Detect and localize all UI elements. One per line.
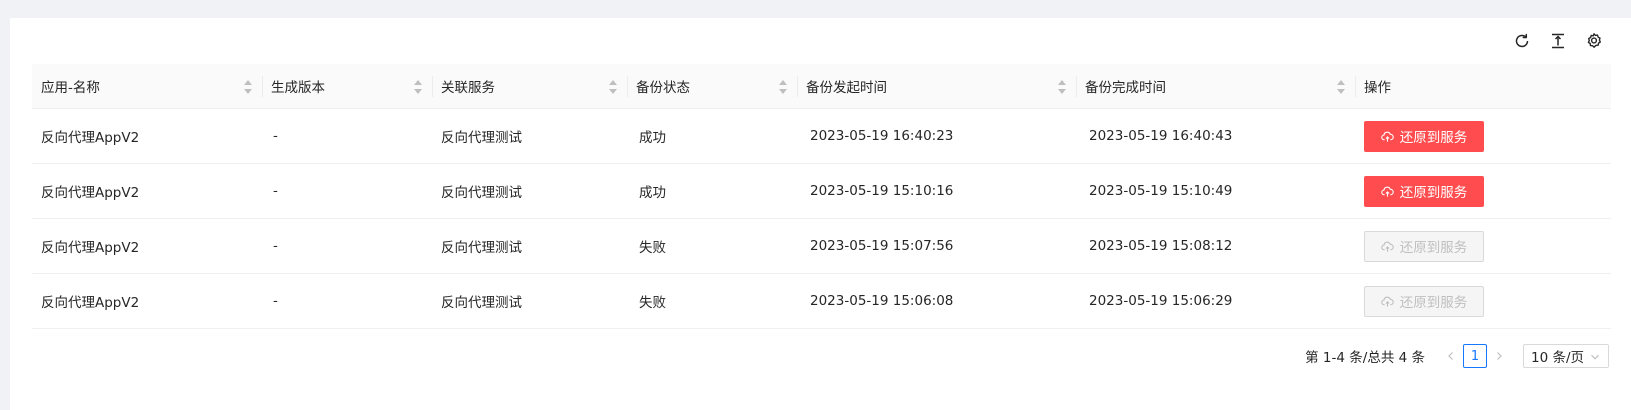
- cell-service: 反向代理测试: [441, 240, 522, 256]
- setting-icon[interactable]: [1585, 32, 1603, 50]
- cell-version: -: [273, 183, 278, 199]
- cell-end-time: 2023-05-19 15:10:49: [1089, 183, 1233, 199]
- cell-service: 反向代理测试: [441, 185, 522, 201]
- column-height-icon[interactable]: [1549, 32, 1567, 50]
- sort-icon[interactable]: [1337, 79, 1345, 94]
- cloud-upload-icon: [1380, 186, 1394, 197]
- prev-page-button[interactable]: [1439, 344, 1463, 368]
- cell-actions: 还原到服务: [1355, 175, 1611, 207]
- column-header-service[interactable]: 关联服务: [432, 64, 627, 109]
- chevron-left-icon: [1448, 352, 1453, 360]
- chevron-down-icon: [1591, 354, 1599, 360]
- cell-start-time: 2023-05-19 15:07:56: [810, 238, 954, 254]
- cell-actions: 还原到服务: [1355, 285, 1611, 317]
- page-size-select[interactable]: 10 条/页: [1523, 344, 1609, 368]
- cell-version: -: [273, 293, 278, 309]
- cell-status: 失败: [639, 240, 666, 256]
- table-row: 反向代理AppV2 - 反向代理测试 失败 2023-05-19 15:07:5…: [32, 219, 1611, 274]
- table-row: 反向代理AppV2 - 反向代理测试 成功 2023-05-19 16:40:2…: [32, 109, 1611, 164]
- pagination: 第 1-4 条/总共 4 条 1 10 条/页: [1305, 344, 1609, 368]
- sort-icon[interactable]: [1058, 79, 1066, 94]
- cell-app-name: 反向代理AppV2: [41, 130, 140, 146]
- cloud-upload-icon: [1380, 131, 1394, 142]
- table-row: 反向代理AppV2 - 反向代理测试 失败 2023-05-19 15:06:0…: [32, 274, 1611, 329]
- column-header-version[interactable]: 生成版本: [262, 64, 432, 109]
- sort-icon[interactable]: [779, 79, 787, 94]
- table-row: 反向代理AppV2 - 反向代理测试 成功 2023-05-19 15:10:1…: [32, 164, 1611, 219]
- restore-to-service-button[interactable]: 还原到服务: [1364, 120, 1484, 152]
- cell-actions: 还原到服务: [1355, 230, 1611, 262]
- cloud-upload-icon: [1380, 296, 1394, 307]
- column-header-end-time[interactable]: 备份完成时间: [1076, 64, 1355, 109]
- backup-list-card: 应用-名称 生成版本 关联服务 备份状态 备份发起时间 备份完成时间 操作 反向…: [10, 18, 1631, 410]
- column-header-app-name[interactable]: 应用-名称: [32, 64, 262, 109]
- next-page-button[interactable]: [1487, 344, 1511, 368]
- cell-version: -: [273, 238, 278, 254]
- cell-status: 成功: [639, 185, 666, 201]
- backup-table: 应用-名称 生成版本 关联服务 备份状态 备份发起时间 备份完成时间 操作 反向…: [32, 64, 1611, 329]
- restore-to-service-button: 还原到服务: [1364, 285, 1484, 317]
- sort-icon[interactable]: [244, 79, 252, 94]
- cloud-upload-icon: [1380, 241, 1394, 252]
- cell-app-name: 反向代理AppV2: [41, 185, 140, 201]
- column-header-status[interactable]: 备份状态: [627, 64, 797, 109]
- cell-end-time: 2023-05-19 16:40:43: [1089, 128, 1233, 144]
- restore-to-service-button: 还原到服务: [1364, 230, 1484, 262]
- cell-start-time: 2023-05-19 16:40:23: [810, 128, 954, 144]
- cell-start-time: 2023-05-19 15:06:08: [810, 293, 954, 309]
- cell-end-time: 2023-05-19 15:06:29: [1089, 293, 1233, 309]
- column-header-actions: 操作: [1355, 64, 1611, 109]
- sort-icon[interactable]: [414, 79, 422, 94]
- chevron-right-icon: [1497, 352, 1502, 360]
- cell-actions: 还原到服务: [1355, 120, 1611, 152]
- cell-version: -: [273, 128, 278, 144]
- column-header-start-time[interactable]: 备份发起时间: [797, 64, 1076, 109]
- cell-end-time: 2023-05-19 15:08:12: [1089, 238, 1233, 254]
- cell-status: 失败: [639, 295, 666, 311]
- restore-to-service-button[interactable]: 还原到服务: [1364, 175, 1484, 207]
- cell-service: 反向代理测试: [441, 295, 522, 311]
- cell-start-time: 2023-05-19 15:10:16: [810, 183, 954, 199]
- cell-status: 成功: [639, 130, 666, 146]
- cell-app-name: 反向代理AppV2: [41, 295, 140, 311]
- cell-service: 反向代理测试: [441, 130, 522, 146]
- pagination-total: 第 1-4 条/总共 4 条: [1305, 350, 1425, 366]
- table-header: 应用-名称 生成版本 关联服务 备份状态 备份发起时间 备份完成时间 操作: [32, 64, 1611, 109]
- page-1-button[interactable]: 1: [1463, 344, 1487, 368]
- table-toolbar: [1513, 32, 1603, 50]
- cell-app-name: 反向代理AppV2: [41, 240, 140, 256]
- reload-icon[interactable]: [1513, 32, 1531, 50]
- sort-icon[interactable]: [609, 79, 617, 94]
